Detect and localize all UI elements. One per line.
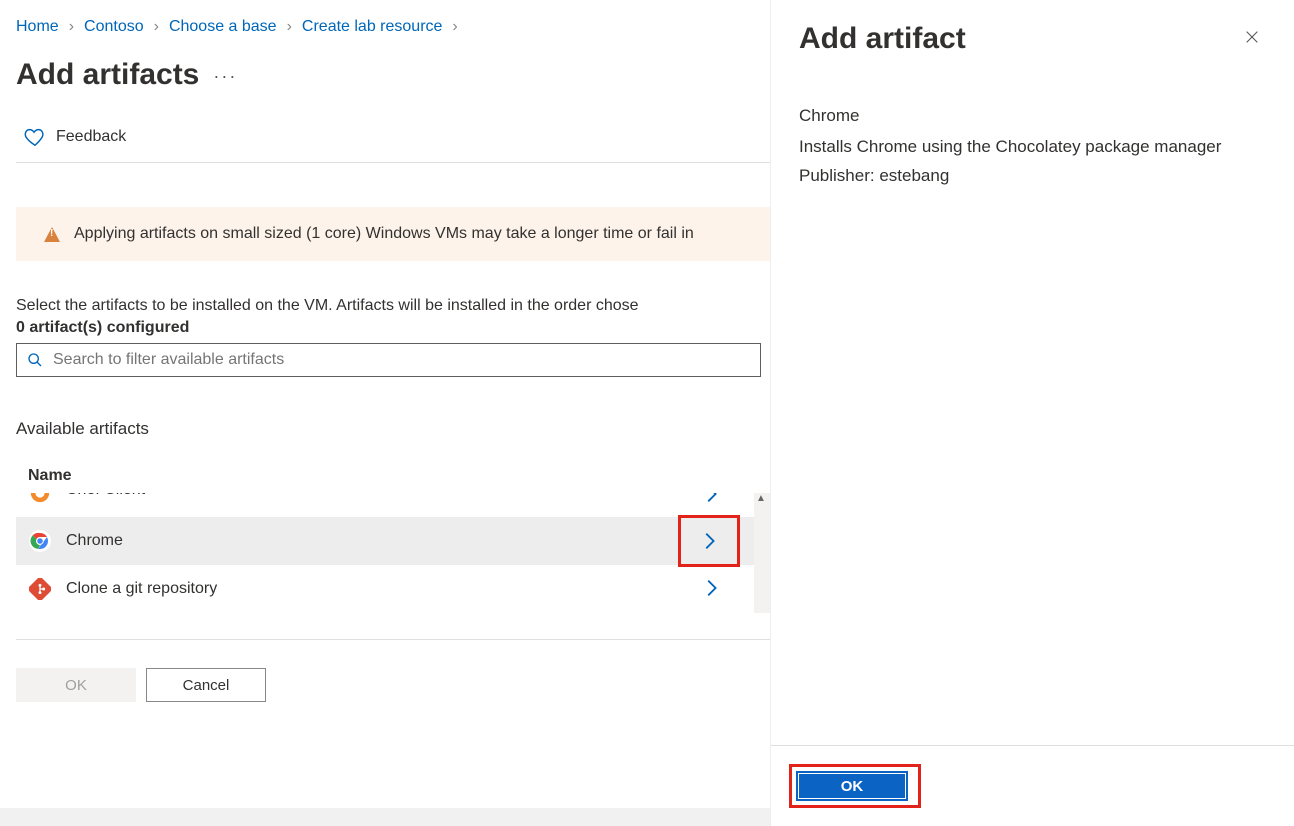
artifact-label: Chef Client	[66, 493, 686, 499]
highlighted-open-button[interactable]	[680, 517, 738, 565]
heart-icon	[24, 126, 46, 148]
instructions-text: Select the artifacts to be installed on …	[16, 297, 770, 315]
search-input[interactable]	[51, 350, 750, 370]
warning-banner: Applying artifacts on small sized (1 cor…	[16, 207, 770, 261]
available-artifacts-heading: Available artifacts	[16, 419, 770, 439]
artifact-list: ▲ Chef Client Chrome	[16, 493, 754, 613]
artifact-row-chrome[interactable]: Chrome	[16, 517, 754, 565]
page-title: Add artifacts	[16, 58, 199, 92]
artifact-publisher: Publisher: estebang	[799, 162, 1266, 191]
chevron-right-icon: ›	[69, 18, 74, 36]
ok-button: OK	[16, 668, 136, 702]
chevron-right-icon: ›	[287, 18, 292, 36]
configured-count: 0 artifact(s) configured	[16, 319, 770, 337]
artifact-label: Chrome	[66, 532, 666, 550]
close-panel-button[interactable]	[1238, 23, 1266, 56]
close-icon	[1244, 29, 1260, 45]
search-input-wrapper[interactable]	[16, 343, 761, 377]
artifact-label: Clone a git repository	[66, 580, 686, 598]
artifact-description: Installs Chrome using the Chocolatey pac…	[799, 133, 1266, 162]
more-actions-button[interactable]: ···	[213, 66, 237, 87]
artifact-open-chevron[interactable]	[700, 493, 722, 508]
feedback-label: Feedback	[56, 128, 126, 146]
breadcrumb: Home › Contoso › Choose a base › Create …	[16, 18, 770, 36]
breadcrumb-choose-base[interactable]: Choose a base	[169, 18, 277, 36]
footer-buttons: OK Cancel	[16, 639, 770, 718]
panel-title: Add artifact	[799, 22, 966, 56]
warning-text: Applying artifacts on small sized (1 cor…	[74, 225, 694, 243]
chef-icon	[28, 493, 52, 505]
chevron-right-icon: ›	[452, 18, 457, 36]
chevron-right-icon: ›	[154, 18, 159, 36]
cancel-button[interactable]: Cancel	[146, 668, 266, 702]
artifact-row-chef[interactable]: Chef Client	[16, 493, 754, 517]
chrome-icon	[28, 529, 52, 553]
search-icon	[27, 352, 43, 368]
artifact-row-git[interactable]: Clone a git repository	[16, 565, 754, 613]
scrollbar[interactable]: ▲	[754, 493, 770, 613]
panel-ok-highlight: OK	[789, 764, 921, 808]
add-artifact-panel: Add artifact Chrome Installs Chrome usin…	[770, 0, 1294, 826]
column-header-name: Name	[16, 459, 770, 493]
artifact-name: Chrome	[799, 102, 1266, 131]
feedback-button[interactable]: Feedback	[16, 108, 770, 163]
git-icon	[28, 577, 52, 601]
breadcrumb-contoso[interactable]: Contoso	[84, 18, 144, 36]
artifact-open-chevron[interactable]	[700, 577, 722, 602]
breadcrumb-create-lab-resource[interactable]: Create lab resource	[302, 18, 443, 36]
warning-icon	[44, 227, 60, 242]
panel-ok-button[interactable]: OK	[796, 771, 908, 801]
breadcrumb-home[interactable]: Home	[16, 18, 59, 36]
bottom-strip	[0, 808, 770, 826]
